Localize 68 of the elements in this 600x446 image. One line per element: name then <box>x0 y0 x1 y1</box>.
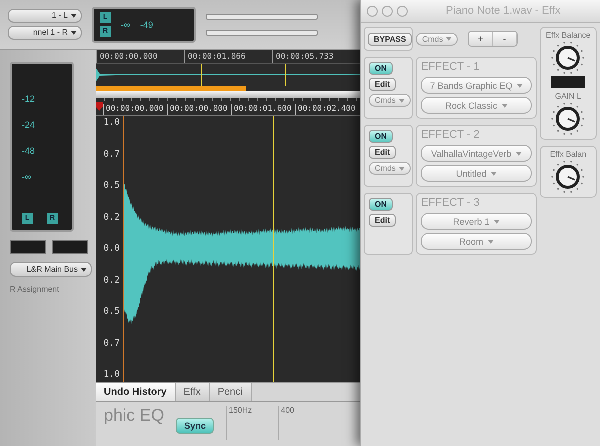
knob[interactable] <box>551 102 586 136</box>
on-button[interactable]: ON <box>369 130 393 143</box>
effect-label: EFFECT - 1 <box>421 61 481 74</box>
effect-label: EFFECT - 2 <box>421 129 481 142</box>
amplitude-label: 0.2 <box>104 276 120 286</box>
preset-dropdown[interactable]: Untitled <box>421 165 532 182</box>
frequency-label: 400 <box>278 406 294 440</box>
amplitude-label: 1.0 <box>104 370 120 380</box>
channel-dropdown[interactable]: nnel 1 - R <box>8 26 82 40</box>
tab[interactable]: Effx <box>176 383 210 401</box>
edit-button[interactable]: Edit <box>369 214 396 227</box>
slider-track[interactable] <box>206 14 318 20</box>
effect-label: EFFECT - 3 <box>421 197 481 210</box>
window-control-icon[interactable] <box>382 6 393 16</box>
amplitude-label: 1.0 <box>104 118 120 128</box>
cmds-dropdown[interactable]: Cmds <box>369 162 411 175</box>
remove-button[interactable]: - <box>493 32 518 46</box>
window-control-icon[interactable] <box>367 6 378 16</box>
meter-scale-label: -24 <box>22 120 36 130</box>
cmds-dropdown[interactable]: Cmds <box>416 32 458 46</box>
preset-dropdown[interactable]: Room <box>421 233 532 250</box>
cmds-dropdown[interactable]: Cmds <box>369 94 411 107</box>
panel-heading: phic EQ <box>104 406 164 426</box>
tab[interactable]: Undo History <box>96 383 176 401</box>
time-label: 00:00:01.600 <box>231 104 295 115</box>
amplitude-label: 0.7 <box>104 150 120 160</box>
preset-dropdown[interactable]: Rock Classic <box>421 97 532 114</box>
amplitude-label: 0.7 <box>104 338 120 348</box>
window-control-icon[interactable] <box>397 6 408 16</box>
sync-button[interactable]: Sync <box>176 418 214 434</box>
amplitude-label: 0.5 <box>104 307 120 317</box>
tab[interactable]: Penci <box>210 383 252 401</box>
scroll-bar[interactable] <box>96 91 360 98</box>
assignment-label: R Assignment <box>10 285 60 294</box>
amplitude-label: 0.0 <box>104 244 120 254</box>
plugin-dropdown[interactable]: 7 Bands Graphic EQ <box>421 77 532 94</box>
amplitude-label: 0.5 <box>104 181 120 191</box>
knob[interactable] <box>551 41 586 75</box>
edit-button[interactable]: Edit <box>369 78 396 91</box>
meter-scale-label: -∞ <box>22 172 32 182</box>
knob-label: Effx Balance <box>546 31 591 40</box>
knob-label: GAIN L <box>555 92 582 101</box>
value-display <box>52 240 88 254</box>
on-button[interactable]: ON <box>369 62 393 75</box>
time-label: 00:00:02.400 <box>295 104 359 115</box>
meter-scale-label: -48 <box>22 146 36 156</box>
slider-track[interactable] <box>206 30 318 36</box>
meter-reading: -∞ <box>121 20 130 30</box>
on-button[interactable]: ON <box>369 198 393 211</box>
value-display <box>10 240 46 254</box>
knob-label: Effx Balan <box>550 150 587 159</box>
window-title: Piano Note 1.wav - Effx <box>446 5 561 17</box>
plugin-dropdown[interactable]: Reverb 1 <box>421 213 532 230</box>
meter-scale-label: -12 <box>22 94 36 104</box>
edit-button[interactable]: Edit <box>369 146 396 159</box>
time-label: 00:00:00.800 <box>167 104 231 115</box>
bus-dropdown[interactable]: L&R Main Bus <box>10 262 92 277</box>
add-button[interactable]: + <box>469 32 494 46</box>
time-label: 00:00:01.866 <box>184 50 272 63</box>
meter-reading: -49 <box>140 20 154 30</box>
value-display <box>551 76 586 88</box>
frequency-label: 150Hz <box>226 406 252 440</box>
time-label: 00:00:00.000 <box>103 104 167 115</box>
amplitude-label: 0.2 <box>104 212 120 222</box>
knob[interactable] <box>551 160 586 194</box>
channel-dropdown[interactable]: 1 - L <box>8 9 82 23</box>
bypass-button[interactable]: BYPASS <box>368 32 412 46</box>
plugin-dropdown[interactable]: ValhallaVintageVerb <box>421 145 532 162</box>
